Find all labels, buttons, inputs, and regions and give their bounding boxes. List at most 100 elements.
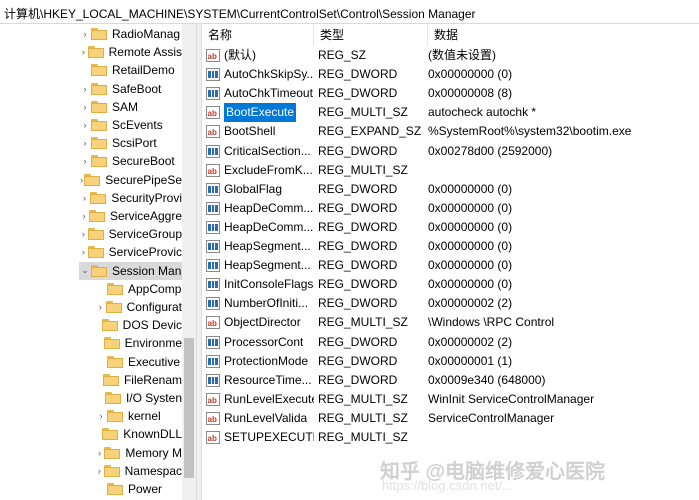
chevron-right-icon[interactable]: ›: [79, 152, 91, 170]
value-name-cell[interactable]: ab ExcludeFromK...: [206, 161, 314, 180]
table-row[interactable]: ab BootExecute REG_MULTI_SZ autocheck autoc…: [202, 103, 699, 123]
value-name-cell[interactable]: ResourceTime...: [206, 371, 314, 390]
value-name-cell[interactable]: HeapDeComm...: [206, 199, 314, 218]
tree-node[interactable]: I/O Systen: [95, 389, 182, 407]
tree-node[interactable]: › SecureBoot: [79, 152, 182, 170]
chevron-right-icon[interactable]: [95, 334, 104, 352]
value-name-cell[interactable]: HeapDeComm...: [206, 218, 314, 237]
chevron-right-icon[interactable]: ›: [79, 243, 88, 261]
tree-scrollbar[interactable]: [182, 24, 196, 500]
tree-node[interactable]: › SecurePipeSe: [79, 171, 182, 189]
tree-node[interactable]: Executive: [95, 353, 182, 371]
value-name-cell[interactable]: ab SETUPEXECUTE: [206, 428, 314, 447]
chevron-right-icon[interactable]: [95, 389, 105, 407]
tree-node[interactable]: Power: [95, 480, 182, 498]
tree-node[interactable]: › SAM: [79, 98, 182, 116]
chevron-right-icon[interactable]: ›: [79, 207, 89, 225]
table-row[interactable]: AutoChkTimeout REG_DWORD 0x00000008 (8): [202, 84, 699, 103]
chevron-right-icon[interactable]: ›: [95, 444, 104, 462]
tree-scrollbar-thumb[interactable]: [184, 338, 194, 478]
table-row[interactable]: ProtectionMode REG_DWORD 0x00000001 (1): [202, 352, 699, 371]
table-row[interactable]: ProcessorCont REG_DWORD 0x00000002 (2): [202, 333, 699, 352]
tree-node[interactable]: Environme: [95, 334, 182, 352]
chevron-right-icon[interactable]: [95, 316, 102, 334]
chevron-right-icon[interactable]: ›: [95, 462, 104, 480]
table-row[interactable]: InitConsoleFlags REG_DWORD 0x00000000 (0): [202, 275, 699, 294]
tree-node[interactable]: › ScEvents: [79, 116, 182, 134]
column-header-type[interactable]: 类型: [314, 24, 428, 46]
value-name-cell[interactable]: HeapSegment...: [206, 256, 314, 275]
value-name-cell[interactable]: ProtectionMode: [206, 352, 314, 371]
chevron-right-icon[interactable]: ›: [79, 116, 91, 134]
chevron-right-icon[interactable]: ›: [79, 134, 91, 152]
value-name-cell[interactable]: ab RunLevelValida: [206, 409, 314, 428]
table-row[interactable]: ab SETUPEXECUTE REG_MULTI_SZ: [202, 428, 699, 447]
table-row[interactable]: ab ObjectDirector REG_MULTI_SZ \Windows \RP…: [202, 313, 699, 332]
chevron-right-icon[interactable]: ›: [95, 298, 106, 316]
chevron-right-icon[interactable]: ›: [79, 80, 91, 98]
value-name-cell[interactable]: NumberOfIniti...: [206, 294, 314, 313]
chevron-right-icon[interactable]: [95, 280, 107, 298]
value-name-cell[interactable]: AutoChkTimeout: [206, 84, 314, 103]
value-name-cell[interactable]: ab BootExecute: [206, 103, 314, 123]
tree-node[interactable]: ⌄ Session Man: [79, 261, 182, 280]
table-row[interactable]: ab RunLevelExecute REG_MULTI_SZ WinInit Ser…: [202, 390, 699, 409]
chevron-right-icon[interactable]: [95, 480, 107, 498]
value-name-cell[interactable]: CriticalSection...: [206, 142, 314, 161]
chevron-right-icon[interactable]: [95, 371, 103, 389]
tree-node[interactable]: › SecurityProvi: [79, 189, 182, 207]
tree-node[interactable]: › Namespac: [95, 462, 182, 480]
value-name-cell[interactable]: ProcessorCont: [206, 333, 314, 352]
tree-node[interactable]: › kernel: [95, 407, 182, 425]
value-name-cell[interactable]: ab (默认): [206, 46, 314, 65]
value-name-cell[interactable]: GlobalFlag: [206, 180, 314, 199]
value-name-cell[interactable]: AutoChkSkipSy...: [206, 65, 314, 84]
tree-node[interactable]: › Remote Assis: [79, 43, 182, 61]
chevron-right-icon[interactable]: ›: [79, 98, 91, 116]
address-bar[interactable]: 计算机\HKEY_LOCAL_MACHINE\SYSTEM\CurrentCon…: [0, 0, 699, 24]
value-name-cell[interactable]: InitConsoleFlags: [206, 275, 314, 294]
chevron-right-icon[interactable]: ›: [79, 189, 90, 207]
chevron-right-icon[interactable]: ›: [79, 25, 91, 43]
tree-node[interactable]: › SafeBoot: [79, 80, 182, 98]
table-row[interactable]: AutoChkSkipSy... REG_DWORD 0x00000000 (0): [202, 65, 699, 84]
value-name-cell[interactable]: HeapSegment...: [206, 237, 314, 256]
table-row[interactable]: ab ExcludeFromK... REG_MULTI_SZ: [202, 161, 699, 180]
tree-node[interactable]: FileRenam: [95, 371, 182, 389]
table-row[interactable]: CriticalSection... REG_DWORD 0x00278d00 (2…: [202, 142, 699, 161]
chevron-down-icon[interactable]: ⌄: [79, 262, 91, 280]
table-row[interactable]: NumberOfIniti... REG_DWORD 0x00000002 (2): [202, 294, 699, 313]
tree-node[interactable]: RetailDemo: [79, 61, 182, 79]
table-row[interactable]: ResourceTime... REG_DWORD 0x0009e340 (6480…: [202, 371, 699, 390]
tree-node[interactable]: › Configurat: [95, 298, 182, 316]
value-name-cell[interactable]: ab RunLevelExecute: [206, 390, 314, 409]
column-header-data[interactable]: 数据: [428, 24, 699, 46]
value-list[interactable]: 名称 类型 数据 ab (默认) REG_SZ (数值未设置) AutoChkSkipS…: [202, 24, 699, 500]
value-name-cell[interactable]: ab BootShell: [206, 122, 314, 141]
tree-node[interactable]: › RadioManag: [79, 25, 182, 43]
table-row[interactable]: HeapSegment... REG_DWORD 0x00000000 (0): [202, 256, 699, 275]
registry-tree[interactable]: › RadioManag › Remote Assis RetailDemo › SafeB…: [0, 24, 196, 500]
tree-node[interactable]: › ServiceGroup: [79, 225, 182, 243]
column-header-name[interactable]: 名称: [202, 24, 314, 46]
chevron-right-icon[interactable]: [79, 61, 91, 79]
tree-node[interactable]: AppComp: [95, 280, 182, 298]
table-row[interactable]: ab RunLevelValida REG_MULTI_SZ ServiceContr…: [202, 409, 699, 428]
table-row[interactable]: HeapSegment... REG_DWORD 0x00000000 (0): [202, 237, 699, 256]
table-row[interactable]: GlobalFlag REG_DWORD 0x00000000 (0): [202, 180, 699, 199]
table-row[interactable]: ab (默认) REG_SZ (数值未设置): [202, 46, 699, 65]
chevron-right-icon[interactable]: [95, 353, 107, 371]
value-name-cell[interactable]: ab ObjectDirector: [206, 313, 314, 332]
tree-node[interactable]: › ServiceAggre: [79, 207, 182, 225]
table-row[interactable]: ab BootShell REG_EXPAND_SZ %SystemRoot%\sys…: [202, 122, 699, 141]
table-row[interactable]: HeapDeComm... REG_DWORD 0x00000000 (0): [202, 199, 699, 218]
chevron-right-icon[interactable]: ›: [95, 407, 107, 425]
tree-node[interactable]: › Memory M: [95, 444, 182, 462]
chevron-right-icon[interactable]: ›: [79, 43, 88, 61]
chevron-right-icon[interactable]: ›: [79, 225, 88, 243]
table-row[interactable]: HeapDeComm... REG_DWORD 0x00000000 (0): [202, 218, 699, 237]
tree-node[interactable]: › ScsiPort: [79, 134, 182, 152]
chevron-right-icon[interactable]: [95, 425, 102, 443]
tree-node[interactable]: DOS Devic: [95, 316, 182, 334]
tree-node[interactable]: › ServiceProvic: [79, 243, 182, 261]
